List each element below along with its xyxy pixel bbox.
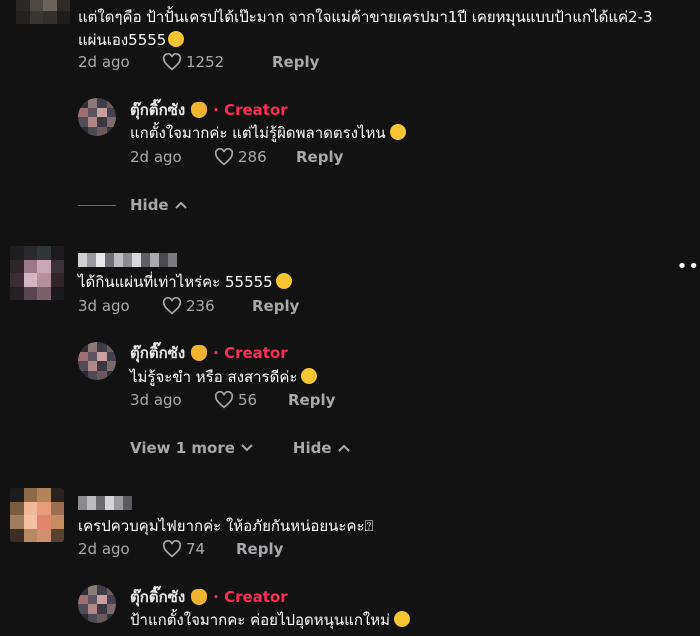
grinning-face-icon xyxy=(275,273,292,289)
creator-name[interactable]: ตุ๊กติ๊กซัง xyxy=(130,98,185,122)
reply-text-content: ป้าแกตั้งใจมากคะ ค่อยไปอุดหนุนแกใหม่ xyxy=(130,611,391,629)
missing-glyph: ⍰ xyxy=(364,517,374,535)
reply-text-content: ไม่รู้จะขำ หรือ สงสารดีค่ะ xyxy=(130,368,298,386)
like-count: 236 xyxy=(186,297,215,315)
comment-meta: 2d ago 1252 Reply xyxy=(78,51,319,73)
like-button[interactable]: 56 xyxy=(214,391,282,409)
avatar[interactable] xyxy=(10,246,64,300)
cat-face-icon xyxy=(191,589,208,605)
reply-text: แกตั้งใจมากค่ะ แต่ไม่รู้ผิดพลาดตรงไหน xyxy=(130,123,406,144)
comment-text-line2: แผ่นเอง5555 xyxy=(78,31,167,49)
hide-replies-button[interactable]: Hide xyxy=(293,439,350,457)
creator-avatar[interactable] xyxy=(78,342,116,380)
comments-panel: แต่ใดๆคือ ป้าปั้นเครปได้เป๊ะมาก จากใจแม่… xyxy=(0,0,700,636)
smiling-face-with-hearts-icon xyxy=(168,31,185,47)
creator-avatar[interactable] xyxy=(78,585,116,623)
hide-replies-button[interactable]: Hide xyxy=(130,196,187,214)
creator-header: ตุ๊กติ๊กซัง · Creator xyxy=(130,342,288,364)
reply-date: 3d ago xyxy=(130,391,182,409)
comment-text: แผ่นเอง5555 xyxy=(78,30,185,51)
chevron-down-icon xyxy=(241,444,253,452)
like-button[interactable]: 1252 xyxy=(162,53,246,71)
hide-label: Hide xyxy=(292,439,332,457)
comment-date: 2d ago xyxy=(78,540,130,558)
reply-date: 2d ago xyxy=(130,148,182,166)
creator-header: ตุ๊กติ๊กซัง · Creator xyxy=(130,99,288,121)
creator-name[interactable]: ตุ๊กติ๊กซัง xyxy=(130,341,185,365)
like-count: 56 xyxy=(238,391,258,409)
heart-icon xyxy=(162,53,182,71)
cat-face-icon xyxy=(191,345,208,361)
heart-icon xyxy=(214,391,234,409)
comment-text: แต่ใดๆคือ ป้าปั้นเครปได้เป๊ะมาก จากใจแม่… xyxy=(78,8,653,26)
comment-text-content: ได้กินแผ่นที่เท่าไหร่คะ 55555 xyxy=(78,273,273,291)
reply-button[interactable]: Reply xyxy=(288,391,335,409)
chevron-up-icon xyxy=(337,444,350,452)
avatar[interactable] xyxy=(10,488,64,542)
like-button[interactable]: 74 xyxy=(162,540,228,558)
heart-icon xyxy=(214,148,234,166)
reply-button[interactable]: Reply xyxy=(236,540,283,558)
grinning-face-icon xyxy=(394,611,411,627)
more-options-icon[interactable]: •• xyxy=(677,256,700,277)
avatar[interactable] xyxy=(16,0,70,24)
replies-toggle: View 1 more Hide xyxy=(130,437,350,459)
reply-button[interactable]: Reply xyxy=(272,53,319,71)
reply-button[interactable]: Reply xyxy=(252,297,299,315)
hide-label: Hide xyxy=(130,196,169,214)
heart-icon xyxy=(162,297,182,315)
comment-date: 2d ago xyxy=(78,53,130,71)
comment-text: ได้กินแผ่นที่เท่าไหร่คะ 55555 xyxy=(78,272,292,293)
comment-text: เครปควบคุมไฟยากค่ะ ให้อภัยกันหน่อยนะคะ⍰ xyxy=(78,516,374,537)
reply-meta: 3d ago 56 Reply xyxy=(130,389,335,411)
like-button[interactable]: 236 xyxy=(162,297,238,315)
reply-button[interactable]: Reply xyxy=(296,148,343,166)
username-blurred[interactable] xyxy=(78,253,177,267)
creator-badge: · Creator xyxy=(213,101,288,119)
divider-line xyxy=(78,204,116,206)
username-blurred[interactable] xyxy=(78,496,132,510)
reply-text: ไม่รู้จะขำ หรือ สงสารดีค่ะ xyxy=(130,367,318,388)
like-count: 74 xyxy=(186,540,206,558)
creator-badge: · Creator xyxy=(213,344,288,362)
reply-text-content: แกตั้งใจมากค่ะ แต่ไม่รู้ผิดพลาดตรงไหน xyxy=(130,124,386,142)
creator-avatar[interactable] xyxy=(78,98,116,136)
comment-date: 3d ago xyxy=(78,297,130,315)
view-more-label: View 1 more xyxy=(130,439,235,457)
like-count: 1252 xyxy=(186,53,225,71)
view-more-replies-button[interactable]: View 1 more xyxy=(130,439,253,457)
creator-header: ตุ๊กติ๊กซัง · Creator xyxy=(130,586,288,608)
comment-meta: 3d ago 236 Reply xyxy=(78,295,299,317)
like-button[interactable]: 286 xyxy=(214,148,292,166)
creator-name[interactable]: ตุ๊กติ๊กซัง xyxy=(130,585,185,609)
cat-face-icon xyxy=(191,102,208,118)
like-count: 286 xyxy=(238,148,267,166)
grinning-face-icon xyxy=(301,368,318,384)
reply-meta: 2d ago 286 Reply xyxy=(130,146,343,168)
comment-meta: 2d ago 74 Reply xyxy=(78,538,283,560)
heart-icon xyxy=(162,540,182,558)
replies-toggle: Hide xyxy=(78,194,187,216)
reply-text: ป้าแกตั้งใจมากคะ ค่อยไปอุดหนุนแกใหม่ xyxy=(130,610,411,631)
chevron-up-icon xyxy=(174,201,187,209)
grinning-face-icon xyxy=(389,124,406,140)
creator-badge: · Creator xyxy=(213,588,288,606)
comment-text-content: เครปควบคุมไฟยากค่ะ ให้อภัยกันหน่อยนะคะ xyxy=(78,517,365,535)
